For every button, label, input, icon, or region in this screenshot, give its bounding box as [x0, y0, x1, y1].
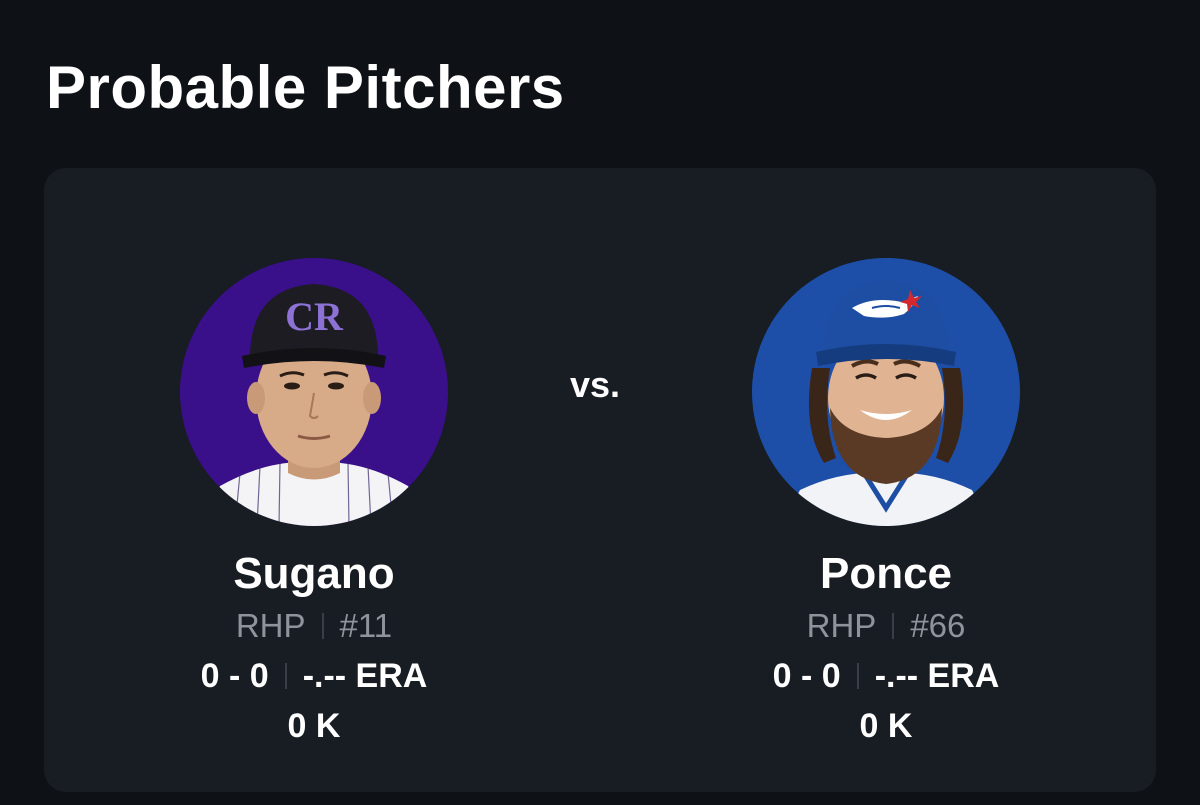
pitcher-number: #11 [339, 607, 393, 644]
svg-text:CR: CR [285, 294, 344, 339]
pitcher-stats: 0 - 0 -.-- ERA [201, 654, 428, 698]
pitcher-strikeouts: 0 K [287, 707, 341, 745]
pitcher-position: RHP [806, 607, 877, 644]
pitcher-away[interactable]: CR Sugano RHP #11 0 - 0 -.-- ERA 0 K [114, 258, 514, 748]
vs-label: vs. [570, 364, 621, 405]
pitcher-avatar[interactable] [752, 258, 1020, 526]
divider [284, 663, 287, 689]
pitcher-record: 0 - 0 [772, 657, 841, 695]
pitcher-name[interactable]: Ponce [820, 548, 952, 600]
player-photo: CR [180, 258, 448, 526]
player-photo [752, 258, 1020, 526]
pitcher-avatar[interactable]: CR [180, 258, 448, 526]
probable-pitchers-page: Probable Pitchers CR Sugano RHP #11 0 - … [0, 0, 1200, 805]
pitcher-era: -.-- ERA [874, 657, 1000, 695]
pitcher-number: #66 [910, 607, 966, 644]
matchup-card: CR Sugano RHP #11 0 - 0 -.-- ERA 0 K vs. [44, 168, 1156, 792]
divider [856, 663, 859, 689]
pitcher-meta: RHP #66 [807, 604, 966, 648]
pitcher-meta: RHP #11 [236, 604, 392, 648]
section-title: Probable Pitchers [46, 54, 565, 121]
pitcher-stats: 0 - 0 -.-- ERA [773, 654, 1000, 698]
pitcher-era: -.-- ERA [302, 657, 428, 695]
pitcher-record: 0 - 0 [200, 657, 269, 695]
pitcher-name[interactable]: Sugano [233, 548, 394, 600]
pitcher-strikeouts: 0 K [859, 707, 913, 745]
divider [892, 613, 895, 639]
divider [321, 613, 324, 639]
pitcher-position: RHP [235, 607, 306, 644]
pitcher-home[interactable]: Ponce RHP #66 0 - 0 -.-- ERA 0 K [686, 258, 1086, 748]
